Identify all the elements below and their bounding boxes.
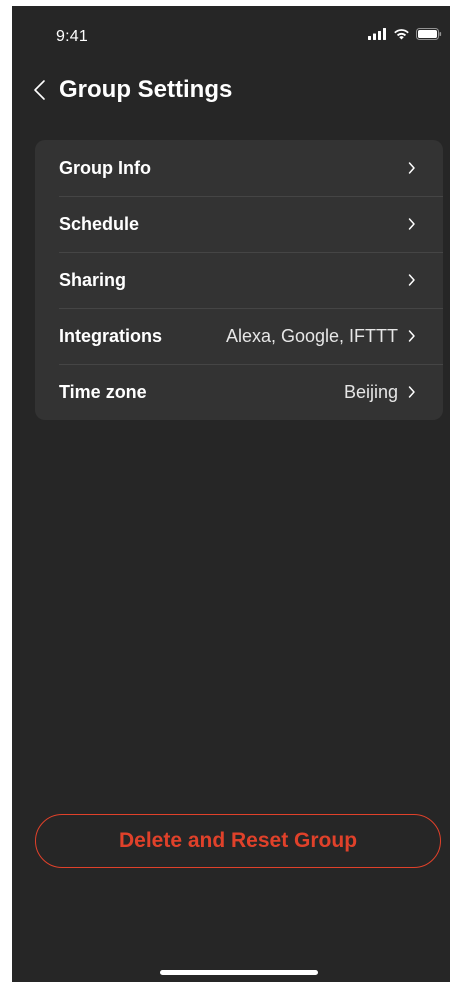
settings-row-group-info[interactable]: Group Info	[35, 140, 443, 196]
settings-row-time-zone[interactable]: Time zone Beijing	[35, 364, 443, 420]
status-bar: 9:41	[12, 6, 450, 56]
delete-reset-group-button[interactable]: Delete and Reset Group	[35, 814, 441, 868]
chevron-right-icon	[408, 274, 415, 286]
wifi-icon	[394, 29, 409, 40]
row-label: Schedule	[59, 213, 140, 234]
row-value: Beijing	[343, 381, 398, 402]
row-label: Integrations	[59, 325, 163, 346]
settings-row-integrations[interactable]: Integrations Alexa, Google, IFTTT	[35, 308, 443, 364]
battery-icon	[416, 28, 442, 40]
settings-row-schedule[interactable]: Schedule	[35, 196, 443, 252]
settings-list: Group Info Schedule Sharing Integrations…	[35, 140, 443, 420]
cellular-signal-icon	[368, 28, 386, 40]
chevron-right-icon	[408, 162, 415, 174]
app-screen: 9:41 Group Settings Group Info Schedule …	[12, 6, 450, 982]
back-button[interactable]	[32, 78, 54, 104]
home-indicator[interactable]	[160, 970, 318, 975]
row-label: Group Info	[59, 157, 151, 178]
row-value: Alexa, Google, IFTTT	[225, 325, 398, 346]
header: Group Settings	[12, 68, 450, 112]
chevron-right-icon	[408, 330, 415, 342]
chevron-left-icon	[34, 80, 45, 100]
status-time: 9:41	[56, 28, 88, 45]
settings-row-sharing[interactable]: Sharing	[35, 252, 443, 308]
chevron-right-icon	[408, 386, 415, 398]
page-title: Group Settings	[59, 76, 233, 103]
chevron-right-icon	[408, 218, 415, 230]
row-label: Time zone	[59, 381, 147, 402]
row-label: Sharing	[59, 269, 127, 290]
status-icons	[368, 26, 442, 42]
